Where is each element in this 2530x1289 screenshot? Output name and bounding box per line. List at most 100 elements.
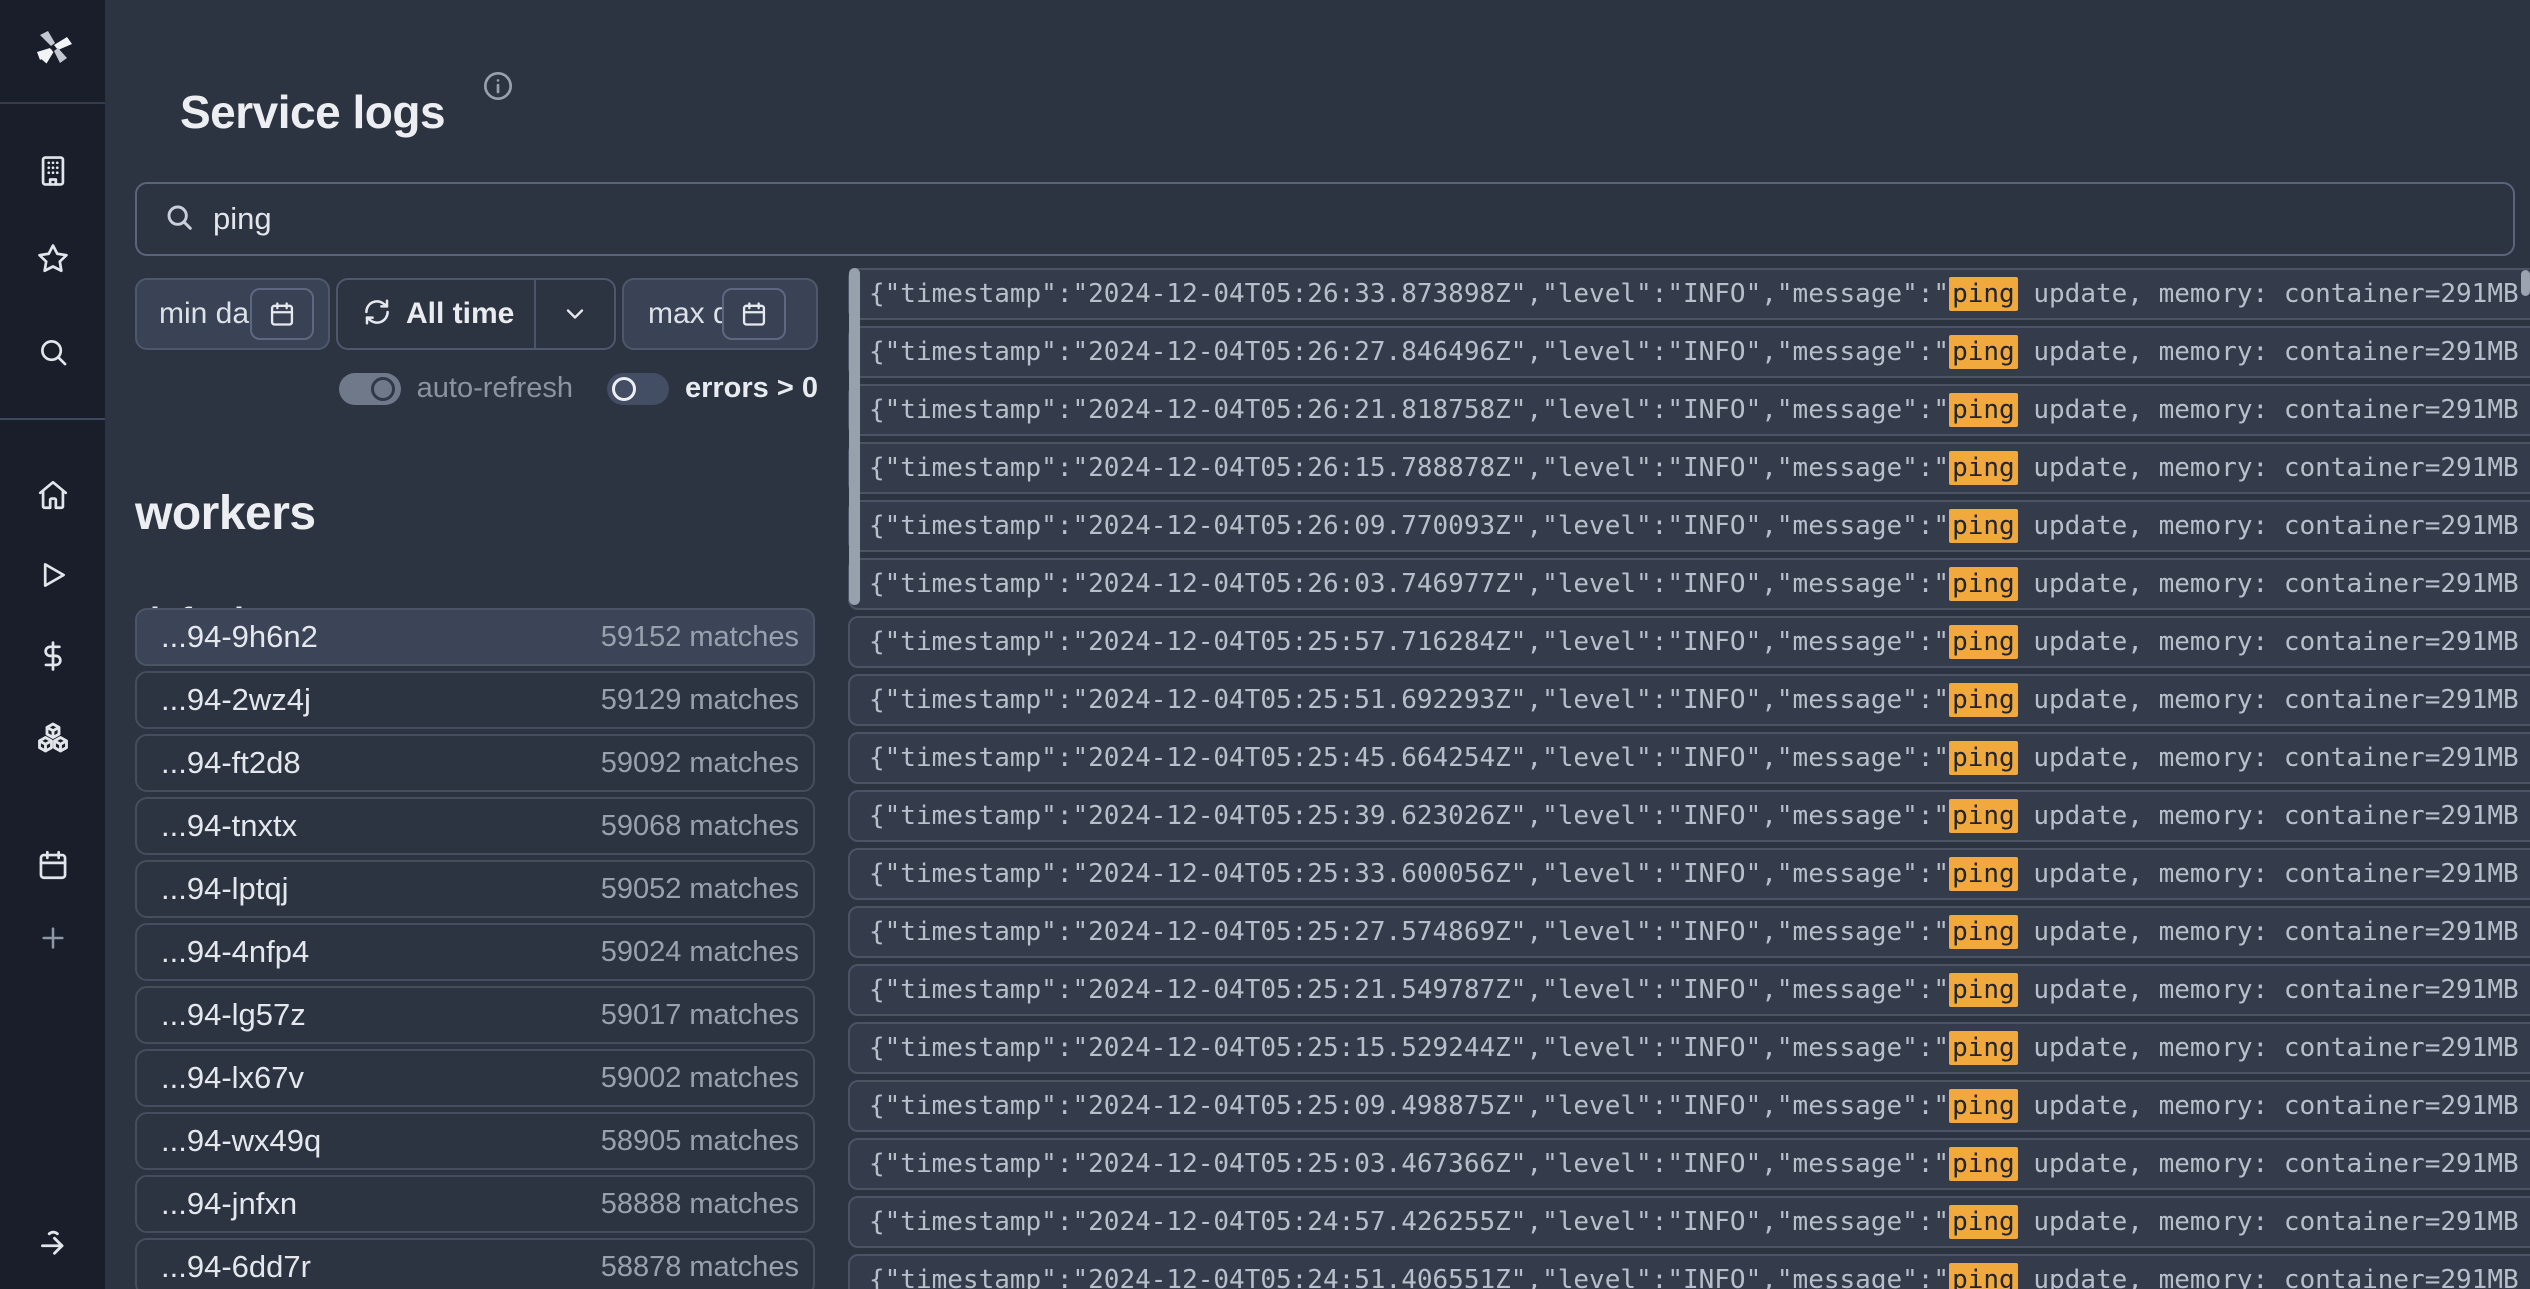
worker-row[interactable]: ...94-lx67v59002 matches bbox=[135, 1049, 815, 1107]
errors-only-toggle[interactable] bbox=[607, 373, 669, 405]
search-icon[interactable] bbox=[0, 335, 105, 369]
worker-match-count: 59152 matches bbox=[601, 621, 799, 654]
search-match-highlight: ping bbox=[1949, 683, 2018, 717]
worker-match-count: 59092 matches bbox=[601, 747, 799, 780]
time-range-label: All time bbox=[406, 297, 534, 331]
worker-name: ...94-6dd7r bbox=[161, 1249, 311, 1285]
time-range-button[interactable]: All time bbox=[336, 278, 616, 350]
worker-match-count: 59024 matches bbox=[601, 936, 799, 969]
info-icon[interactable] bbox=[482, 70, 514, 102]
max-date-label: max da bbox=[648, 297, 722, 331]
windmill-logo[interactable] bbox=[0, 24, 105, 72]
log-row: {"timestamp":"2024-12-04T05:26:27.846496… bbox=[848, 326, 2530, 378]
worker-row[interactable]: ...94-9h6n2 59152 matches bbox=[135, 608, 815, 666]
toggle-knob bbox=[612, 377, 636, 401]
worker-name: ...94-tnxtx bbox=[161, 808, 297, 844]
search-match-highlight: ping bbox=[1949, 741, 2018, 775]
search-match-highlight: ping bbox=[1949, 973, 2018, 1007]
search-match-highlight: ping bbox=[1949, 451, 2018, 485]
search-match-highlight: ping bbox=[1949, 625, 2018, 659]
worker-row[interactable]: ...94-ft2d8 59092 matches bbox=[135, 734, 815, 792]
worker-row[interactable]: ...94-4nfp4 59024 matches bbox=[135, 923, 815, 981]
refresh-icon bbox=[362, 297, 392, 332]
worker-match-count: 59002 matches bbox=[601, 1062, 799, 1095]
log-row: {"timestamp":"2024-12-04T05:26:09.770093… bbox=[848, 500, 2530, 552]
worker-match-count: 58888 matches bbox=[601, 1188, 799, 1221]
workers-heading: workers bbox=[135, 486, 316, 541]
log-row: {"timestamp":"2024-12-04T05:25:21.549787… bbox=[848, 964, 2530, 1016]
worker-match-count: 59052 matches bbox=[601, 873, 799, 906]
calendar-icon[interactable] bbox=[0, 848, 105, 882]
worker-name: ...94-jnfxn bbox=[161, 1186, 297, 1222]
search-match-highlight: ping bbox=[1949, 1205, 2018, 1239]
log-line-text: {"timestamp":"2024-12-04T05:25:21.549787… bbox=[869, 975, 2519, 1005]
log-line-text: {"timestamp":"2024-12-04T05:25:03.467366… bbox=[869, 1149, 2519, 1179]
worker-row[interactable]: ...94-lg57z 59017 matches bbox=[135, 986, 815, 1044]
search-match-highlight: ping bbox=[1949, 509, 2018, 543]
log-row: {"timestamp":"2024-12-04T05:25:33.600056… bbox=[848, 848, 2530, 900]
arrow-right-icon[interactable] bbox=[0, 1224, 105, 1260]
scrollbar-thumb[interactable] bbox=[849, 268, 860, 605]
search-match-highlight: ping bbox=[1949, 1089, 2018, 1123]
home-icon[interactable] bbox=[0, 478, 105, 512]
calendar-icon[interactable] bbox=[722, 288, 786, 340]
log-line-text: {"timestamp":"2024-12-04T05:25:09.498875… bbox=[869, 1091, 2519, 1121]
worker-list-scrollbar[interactable] bbox=[849, 268, 860, 1289]
building-icon[interactable] bbox=[0, 154, 105, 188]
worker-match-count: 59129 matches bbox=[601, 684, 799, 717]
worker-name: ...94-9h6n2 bbox=[161, 619, 318, 655]
log-row: {"timestamp":"2024-12-04T05:25:39.623026… bbox=[848, 790, 2530, 842]
worker-row[interactable]: ...94-6dd7r58878 matches bbox=[135, 1238, 815, 1289]
log-line-text: {"timestamp":"2024-12-04T05:25:51.692293… bbox=[869, 685, 2519, 715]
star-icon[interactable] bbox=[0, 242, 105, 276]
worker-name: ...94-2wz4j bbox=[161, 682, 311, 718]
log-row: {"timestamp":"2024-12-04T05:25:09.498875… bbox=[848, 1080, 2530, 1132]
log-line-text: {"timestamp":"2024-12-04T05:24:51.406551… bbox=[869, 1265, 2519, 1289]
worker-row[interactable]: ...94-2wz4j 59129 matches bbox=[135, 671, 815, 729]
play-icon[interactable] bbox=[0, 558, 105, 592]
log-line-text: {"timestamp":"2024-12-04T05:25:33.600056… bbox=[869, 859, 2519, 889]
search-match-highlight: ping bbox=[1949, 277, 2018, 311]
search-match-highlight: ping bbox=[1949, 393, 2018, 427]
worker-name: ...94-4nfp4 bbox=[161, 934, 309, 970]
log-row: {"timestamp":"2024-12-04T05:25:57.716284… bbox=[848, 616, 2530, 668]
log-line-text: {"timestamp":"2024-12-04T05:26:03.746977… bbox=[869, 569, 2519, 599]
search-match-highlight: ping bbox=[1949, 1147, 2018, 1181]
max-date-picker[interactable]: max da bbox=[622, 278, 818, 350]
worker-name: ...94-ft2d8 bbox=[161, 745, 301, 781]
log-row: {"timestamp":"2024-12-04T05:26:15.788878… bbox=[848, 442, 2530, 494]
boxes-icon[interactable] bbox=[0, 721, 105, 757]
log-row: {"timestamp":"2024-12-04T05:25:27.574869… bbox=[848, 906, 2530, 958]
worker-match-count: 59017 matches bbox=[601, 999, 799, 1032]
worker-row[interactable]: ...94-lptqj59052 matches bbox=[135, 860, 815, 918]
search-icon bbox=[163, 201, 195, 238]
worker-name: ...94-lg57z bbox=[161, 997, 306, 1033]
log-row: {"timestamp":"2024-12-04T05:24:51.406551… bbox=[848, 1254, 2530, 1289]
calendar-icon[interactable] bbox=[250, 288, 314, 340]
worker-row[interactable]: ...94-wx49q58905 matches bbox=[135, 1112, 815, 1170]
sidebar bbox=[0, 0, 105, 1289]
search-match-highlight: ping bbox=[1949, 1031, 2018, 1065]
log-row: {"timestamp":"2024-12-04T05:24:57.426255… bbox=[848, 1196, 2530, 1248]
log-line-text: {"timestamp":"2024-12-04T05:25:27.574869… bbox=[869, 917, 2519, 947]
log-line-text: {"timestamp":"2024-12-04T05:26:27.846496… bbox=[869, 337, 2519, 367]
service-logs-page: Service logs min da bbox=[0, 0, 2530, 1289]
log-line-text: {"timestamp":"2024-12-04T05:24:57.426255… bbox=[869, 1207, 2519, 1237]
min-date-picker[interactable]: min da bbox=[135, 278, 330, 350]
worker-row[interactable]: ...94-tnxtx59068 matches bbox=[135, 797, 815, 855]
worker-row[interactable]: ...94-jnfxn 58888 matches bbox=[135, 1175, 815, 1233]
search-input[interactable] bbox=[211, 200, 2513, 238]
toggle-row: auto-refresh errors > 0 bbox=[135, 372, 818, 405]
log-line-text: {"timestamp":"2024-12-04T05:26:21.818758… bbox=[869, 395, 2519, 425]
plus-icon[interactable] bbox=[0, 922, 105, 954]
search-match-highlight: ping bbox=[1949, 335, 2018, 369]
time-range-dropdown[interactable] bbox=[534, 280, 614, 348]
log-line-text: {"timestamp":"2024-12-04T05:26:33.873898… bbox=[869, 279, 2519, 309]
log-scrollbar[interactable] bbox=[2521, 268, 2530, 1289]
scrollbar-thumb[interactable] bbox=[2521, 270, 2530, 296]
page-title: Service logs bbox=[180, 85, 445, 139]
dollar-icon[interactable] bbox=[0, 639, 105, 673]
log-line-text: {"timestamp":"2024-12-04T05:25:15.529244… bbox=[869, 1033, 2519, 1063]
auto-refresh-toggle[interactable] bbox=[339, 373, 401, 405]
log-list: {"timestamp":"2024-12-04T05:26:33.873898… bbox=[848, 268, 2530, 1289]
